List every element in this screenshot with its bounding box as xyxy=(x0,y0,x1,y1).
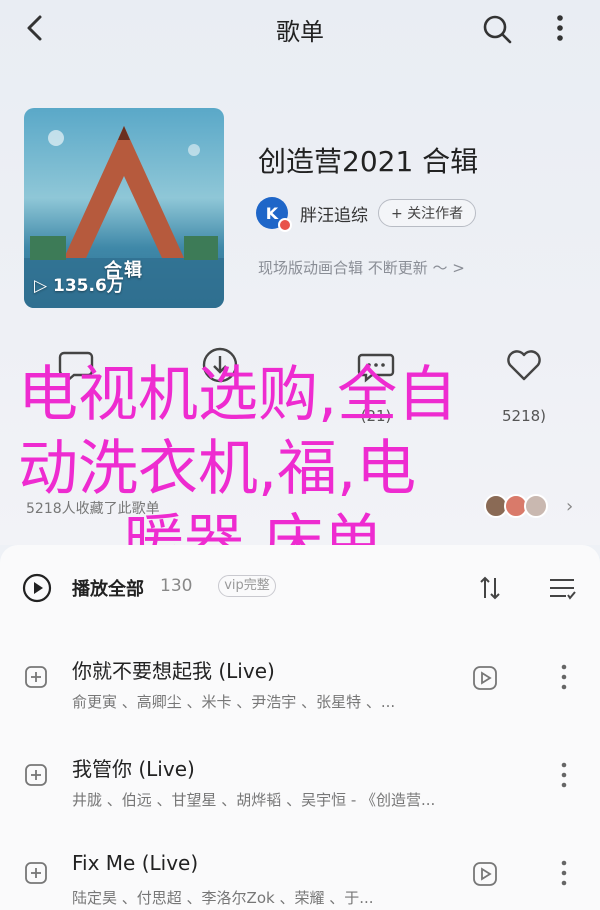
follow-author-button[interactable]: + 关注作者 xyxy=(378,199,477,227)
sort-icon[interactable] xyxy=(478,575,502,601)
song-list-panel: 播放全部 130 vip完整 你就不要想起我 (Live) 俞更寅 、高卿尘 、… xyxy=(0,545,600,910)
multi-select-icon[interactable] xyxy=(548,576,576,600)
more-vertical-icon[interactable] xyxy=(560,663,568,691)
verified-badge-icon xyxy=(278,218,292,232)
song-artists: 陆定昊 、付思超 、李洛尔Zok 、荣耀 、于... xyxy=(72,889,374,907)
vip-badge[interactable]: vip完整 xyxy=(218,575,276,597)
play-count: ▷ 135.6万 xyxy=(34,271,124,296)
more-vertical-icon[interactable] xyxy=(548,10,572,46)
add-icon[interactable] xyxy=(24,763,48,787)
album-cover[interactable]: 合辑 ▷ 135.6万 xyxy=(24,108,224,308)
song-row[interactable]: 你就不要想起我 (Live) 俞更寅 、高卿尘 、米卡 、尹浩宇 、张星特 、.… xyxy=(0,625,600,723)
overlay-text-line: 电视机选购,全自 xyxy=(18,360,458,430)
more-vertical-icon[interactable] xyxy=(560,859,568,887)
play-count-value: 135.6万 xyxy=(53,276,124,296)
avatar-letter: K xyxy=(265,203,279,223)
song-title: 我管你 (Live) xyxy=(72,757,195,781)
play-count-icon: ▷ xyxy=(34,276,48,296)
song-artists: 俞更寅 、高卿尘 、米卡 、尹浩宇 、张星特 、... xyxy=(72,693,396,711)
song-count: 130 xyxy=(160,576,193,596)
song-row[interactable]: 我管你 (Live) 井胧 、伯远 、甘望星 、胡烨韬 、吴宇恒 - 《创造营.… xyxy=(0,723,600,821)
add-icon[interactable] xyxy=(24,861,48,885)
add-icon[interactable] xyxy=(24,665,48,689)
author-avatar[interactable]: K xyxy=(256,197,292,232)
mv-play-icon[interactable] xyxy=(472,861,498,887)
search-icon[interactable] xyxy=(480,12,514,46)
play-circle-icon[interactable] xyxy=(22,573,52,603)
song-artists: 井胧 、伯远 、甘望星 、胡烨韬 、吴宇恒 - 《创造营... xyxy=(72,791,436,809)
author-name[interactable]: 胖汪追综 xyxy=(300,201,368,226)
song-title: Fix Me (Live) xyxy=(72,851,199,875)
author-row: K 胖汪追综 + 关注作者 xyxy=(256,196,477,232)
nav-bar: 歌单 xyxy=(0,0,600,58)
play-all-label[interactable]: 播放全部 xyxy=(72,575,144,601)
song-title: 你就不要想起我 (Live) xyxy=(72,659,275,683)
album-description[interactable]: 现场版动画合辑 不断更新 ～ > xyxy=(258,257,465,278)
more-vertical-icon[interactable] xyxy=(560,761,568,789)
album-title: 创造营2021 合辑 xyxy=(258,145,479,178)
overlay-text-line: 动洗衣机,福,电 xyxy=(18,434,417,504)
song-row[interactable]: Fix Me (Live) 陆定昊 、付思超 、李洛尔Zok 、荣耀 、于... xyxy=(0,821,600,910)
mv-play-icon[interactable] xyxy=(472,665,498,691)
play-all-row[interactable]: 播放全部 130 vip完整 xyxy=(0,545,600,625)
